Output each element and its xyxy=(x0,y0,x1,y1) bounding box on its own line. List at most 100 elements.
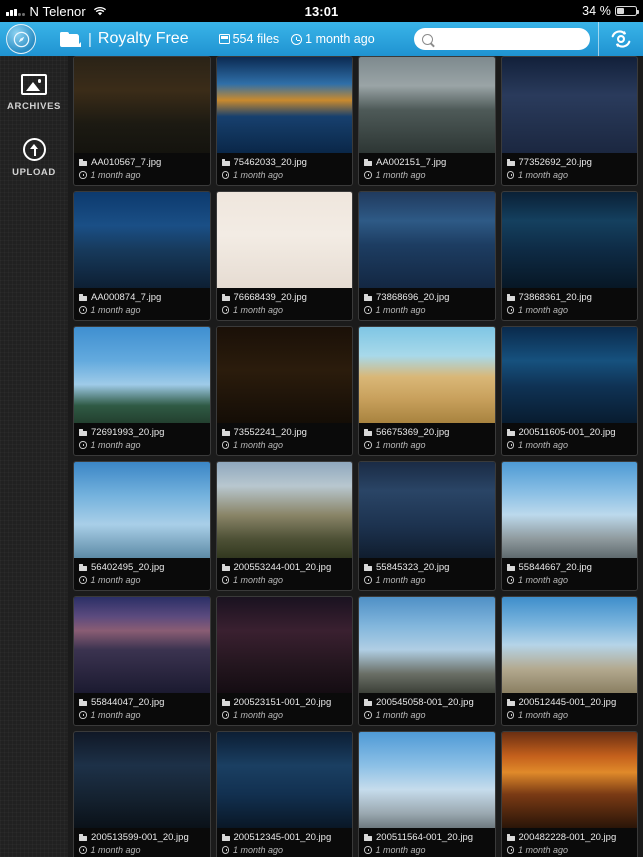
file-thumbnail[interactable] xyxy=(501,192,637,288)
file-thumbnail[interactable] xyxy=(501,327,637,423)
file-name: 76668439_20.jpg xyxy=(233,292,307,303)
file-card[interactable]: AA002151_7.jpg 1 month ago xyxy=(358,56,496,186)
folder-small-icon xyxy=(506,834,515,841)
file-card[interactable]: 56402495_20.jpg 1 month ago xyxy=(73,461,211,591)
file-name: 73868361_20.jpg xyxy=(518,292,592,303)
file-card[interactable]: 200511564-001_20.jpg 1 month ago xyxy=(358,731,496,857)
search-box[interactable] xyxy=(414,28,590,50)
file-thumbnail[interactable] xyxy=(501,732,637,828)
file-card[interactable]: AA010567_7.jpg 1 month ago xyxy=(73,56,211,186)
folder-small-icon xyxy=(364,429,372,436)
upload-arrow-icon xyxy=(22,138,46,161)
file-card[interactable]: 200482228-001_20.jpg 1 month ago xyxy=(500,731,638,857)
file-card[interactable]: 76668439_20.jpg 1 month ago xyxy=(215,191,353,321)
folder-small-icon xyxy=(79,429,87,436)
file-card[interactable]: 200511605-001_20.jpg 1 month ago xyxy=(500,326,638,456)
file-caption: 55844667_20.jpg 1 month ago xyxy=(502,558,638,590)
app-body: ARCHIVES UPLOAD AA010567_7.jpg 1 month ag… xyxy=(0,56,643,857)
file-thumbnail[interactable] xyxy=(359,327,495,423)
file-thumbnail[interactable] xyxy=(74,732,210,828)
file-card[interactable]: 56675369_20.jpg 1 month ago xyxy=(358,326,496,456)
file-card[interactable]: 73552241_20.jpg 1 month ago xyxy=(215,326,353,456)
file-card[interactable]: 200513599-001_20.jpg 1 month ago xyxy=(73,731,211,857)
file-thumbnail[interactable] xyxy=(74,462,210,558)
file-name: AA010567_7.jpg xyxy=(91,157,162,168)
file-thumbnail[interactable] xyxy=(501,462,637,558)
folder-small-icon xyxy=(364,294,372,301)
file-time: 1 month ago xyxy=(90,440,141,450)
file-thumbnail[interactable] xyxy=(216,732,352,828)
file-name: 55844047_20.jpg xyxy=(91,697,165,708)
file-card[interactable]: 200545058-001_20.jpg 1 month ago xyxy=(358,596,496,726)
file-caption: 73552241_20.jpg 1 month ago xyxy=(217,423,353,455)
status-bar: N Telenor 13:01 34 % xyxy=(0,0,643,22)
file-caption: 76668439_20.jpg 1 month ago xyxy=(217,288,353,320)
search-icon xyxy=(422,33,433,45)
file-card[interactable]: 55844047_20.jpg 1 month ago xyxy=(73,596,211,726)
file-card[interactable]: 55844667_20.jpg 1 month ago xyxy=(500,461,638,591)
file-thumbnail[interactable] xyxy=(359,732,495,828)
file-thumbnail[interactable] xyxy=(74,57,210,153)
file-thumbnail[interactable] xyxy=(216,462,352,558)
file-thumbnail[interactable] xyxy=(74,597,210,693)
file-card[interactable]: 73868696_20.jpg 1 month ago xyxy=(358,191,496,321)
folder-small-icon xyxy=(506,294,515,301)
file-card[interactable]: 200523151-001_20.jpg 1 month ago xyxy=(215,596,353,726)
file-name: 200511564-001_20.jpg xyxy=(376,832,474,843)
file-card[interactable]: 73868361_20.jpg 1 month ago xyxy=(500,191,638,321)
clock-small-icon xyxy=(79,846,87,854)
file-thumbnail[interactable] xyxy=(216,327,352,423)
file-caption: AA010567_7.jpg 1 month ago xyxy=(74,153,210,185)
file-time: 1 month ago xyxy=(233,440,284,450)
sync-icon[interactable] xyxy=(599,22,643,56)
file-name: 200482228-001_20.jpg xyxy=(518,832,617,843)
sidebar-item-archives[interactable]: ARCHIVES xyxy=(0,74,68,112)
file-time: 1 month ago xyxy=(375,440,426,450)
file-card[interactable]: 55845323_20.jpg 1 month ago xyxy=(358,461,496,591)
file-thumbnail[interactable] xyxy=(359,192,495,288)
file-card[interactable]: 72691993_20.jpg 1 month ago xyxy=(73,326,211,456)
file-thumbnail[interactable] xyxy=(501,597,637,693)
file-count-label: 554 files xyxy=(232,32,280,46)
file-time: 1 month ago xyxy=(233,575,284,585)
file-thumbnail[interactable] xyxy=(359,462,495,558)
sidebar: ARCHIVES UPLOAD xyxy=(0,56,68,857)
file-thumbnail[interactable] xyxy=(359,57,495,153)
sidebar-item-upload[interactable]: UPLOAD xyxy=(0,138,68,178)
file-card[interactable]: 200512345-001_20.jpg 1 month ago xyxy=(215,731,353,857)
file-card[interactable]: 75462033_20.jpg 1 month ago xyxy=(215,56,353,186)
battery-icon xyxy=(615,6,639,16)
file-card[interactable]: AA000874_7.jpg 1 month ago xyxy=(73,191,211,321)
clock-small-icon xyxy=(506,846,514,854)
file-name: 200523151-001_20.jpg xyxy=(233,697,332,708)
file-caption: 75462033_20.jpg 1 month ago xyxy=(217,153,353,185)
file-caption: 200523151-001_20.jpg 1 month ago xyxy=(217,693,353,725)
breadcrumb[interactable]: | Royalty Free xyxy=(60,30,189,48)
file-thumbnail[interactable] xyxy=(74,192,210,288)
file-card[interactable]: 77352692_20.jpg 1 month ago xyxy=(500,56,638,186)
search-input[interactable] xyxy=(438,32,582,46)
file-caption: 55844047_20.jpg 1 month ago xyxy=(74,693,210,725)
folder-small-icon xyxy=(79,564,87,571)
clock-small-icon xyxy=(364,171,372,179)
file-caption: 73868361_20.jpg 1 month ago xyxy=(502,288,638,320)
file-grid-area[interactable]: AA010567_7.jpg 1 month ago 75462033_20.jpg… xyxy=(68,56,643,857)
file-card[interactable]: 200553244-001_20.jpg 1 month ago xyxy=(215,461,353,591)
modified-label: 1 month ago xyxy=(305,32,375,46)
file-thumbnail[interactable] xyxy=(216,192,352,288)
file-card[interactable]: 200512445-001_20.jpg 1 month ago xyxy=(500,596,638,726)
file-name: 200545058-001_20.jpg xyxy=(376,697,474,708)
file-thumbnail[interactable] xyxy=(501,57,637,153)
file-caption: AA002151_7.jpg 1 month ago xyxy=(359,153,495,185)
file-thumbnail[interactable] xyxy=(216,597,352,693)
file-time: 1 month ago xyxy=(375,170,426,180)
file-thumbnail[interactable] xyxy=(216,57,352,153)
file-thumbnail[interactable] xyxy=(74,327,210,423)
app-logo-icon[interactable] xyxy=(6,24,36,54)
clock-small-icon xyxy=(79,171,87,179)
file-caption: 200513599-001_20.jpg 1 month ago xyxy=(74,828,210,857)
file-time: 1 month ago xyxy=(518,170,569,180)
folder-small-icon xyxy=(364,699,372,706)
file-name: 56402495_20.jpg xyxy=(91,562,165,573)
file-thumbnail[interactable] xyxy=(359,597,495,693)
